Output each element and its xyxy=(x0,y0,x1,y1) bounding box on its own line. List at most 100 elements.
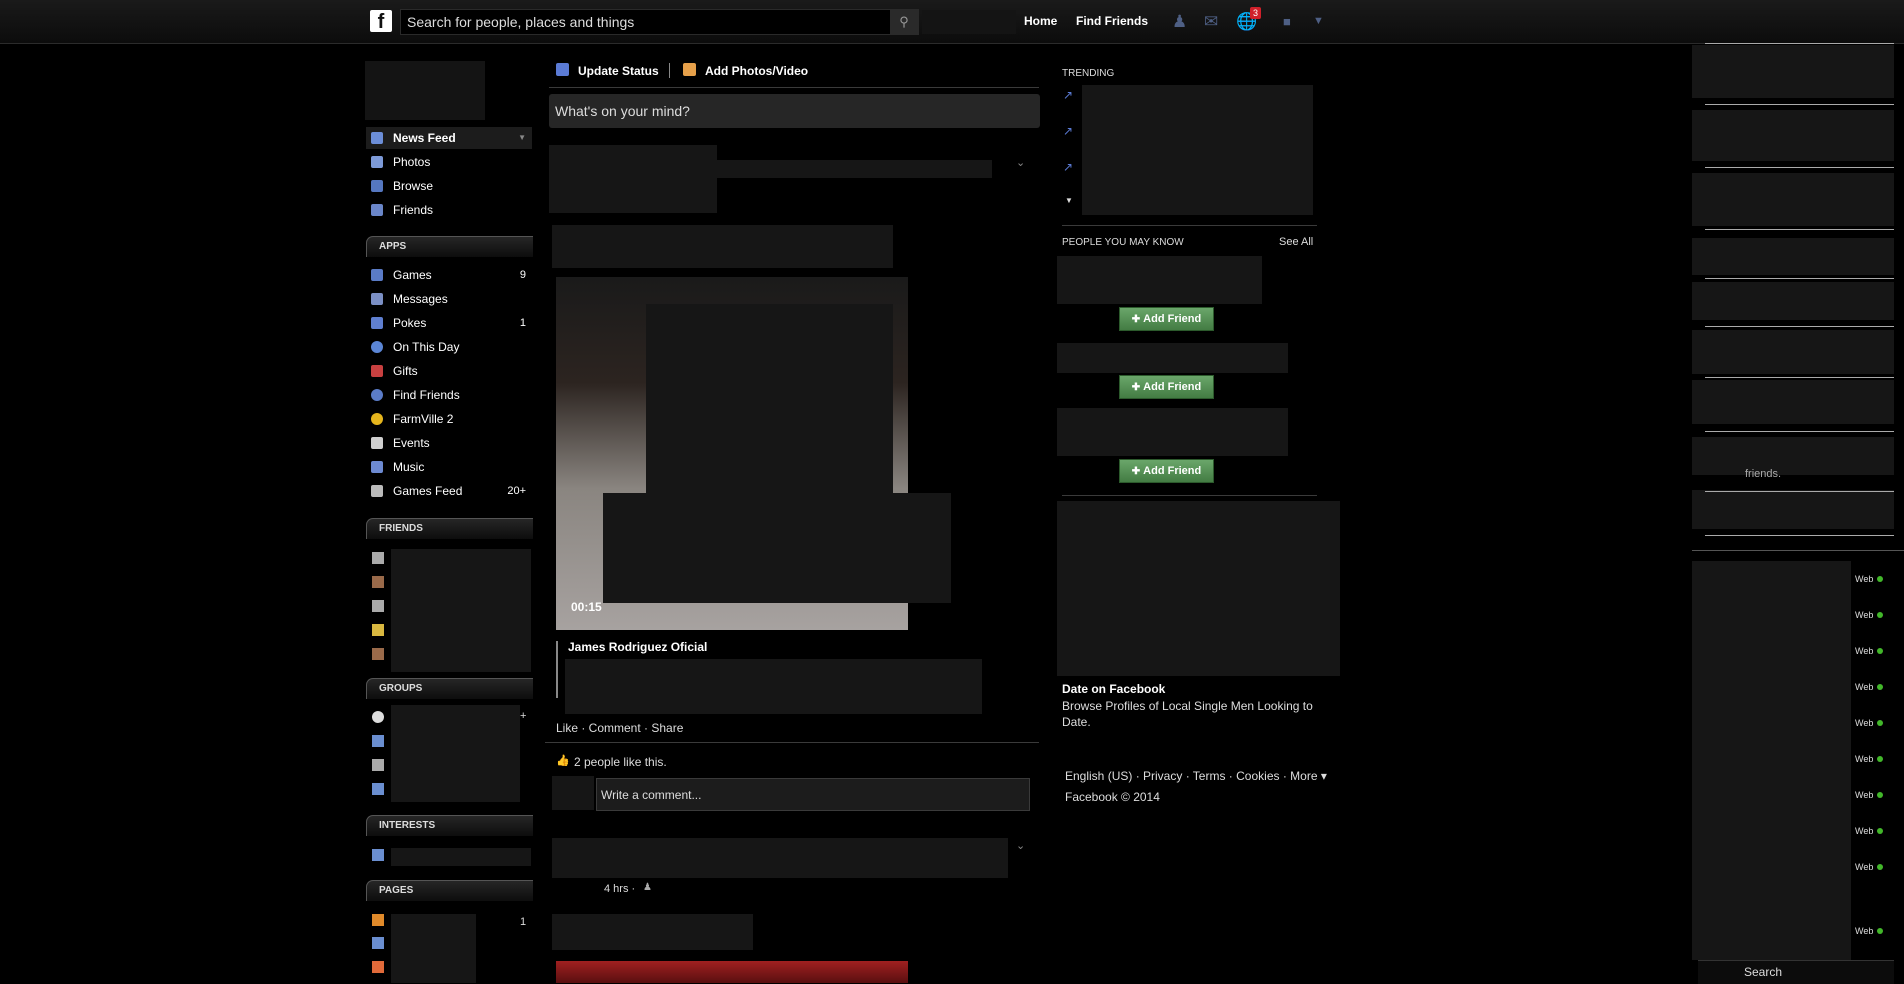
add-photos-icon xyxy=(683,63,696,76)
find-friends-link[interactable]: Find Friends xyxy=(1076,14,1148,28)
sidebar-item-pokes[interactable]: Pokes 1 xyxy=(366,312,532,334)
video-redaction xyxy=(603,493,951,603)
sidebar-item-events[interactable]: Events xyxy=(366,432,532,454)
add-group-icon[interactable]: + xyxy=(520,710,526,722)
chat-friends-list[interactable] xyxy=(1692,561,1851,960)
pymk-person-block[interactable] xyxy=(1057,343,1288,373)
sidebar-item-label: Pokes xyxy=(393,316,427,330)
chat-status: Web xyxy=(1855,682,1884,692)
add-friend-button[interactable]: ✚ Add Friend xyxy=(1119,459,1214,483)
sidebar-item-browse[interactable]: Browse xyxy=(366,175,532,197)
trending-header: TRENDING xyxy=(1062,68,1115,79)
chevron-down-icon[interactable]: ▼ xyxy=(518,127,526,149)
divider xyxy=(1705,278,1894,279)
friends-icon xyxy=(371,204,383,216)
sidebar-item-label: Friends xyxy=(393,203,434,217)
friend-lists-block[interactable] xyxy=(391,549,531,672)
privacy-icon[interactable]: ■ xyxy=(1283,14,1291,29)
shared-page-name[interactable]: James Rodriguez Oficial xyxy=(568,640,707,654)
pages-block[interactable] xyxy=(391,914,476,983)
sidebar-item-news-feed[interactable]: News Feed ▼ xyxy=(366,127,532,149)
ticker-story[interactable] xyxy=(1692,437,1894,475)
friend-list-icon xyxy=(372,648,384,660)
divider xyxy=(549,87,1039,88)
online-dot-icon xyxy=(1877,612,1884,618)
post-timestamp[interactable]: 4 hrs · xyxy=(604,883,635,895)
chat-search-input[interactable]: Search xyxy=(1698,960,1894,984)
sidebar-item-on-this-day[interactable]: On This Day xyxy=(366,336,532,358)
games-feed-icon xyxy=(371,485,383,497)
add-friend-button[interactable]: ✚ Add Friend xyxy=(1119,375,1214,399)
add-photos-video-button[interactable]: Add Photos/Video xyxy=(705,64,808,78)
chevron-down-icon[interactable]: ⌄ xyxy=(1016,156,1025,169)
photos-icon xyxy=(371,156,383,168)
ticker-story[interactable] xyxy=(1692,380,1894,424)
sidebar-item-label: Games xyxy=(393,268,432,282)
add-friend-icon: ✚ xyxy=(1131,314,1141,325)
ticker-story[interactable] xyxy=(1692,238,1894,275)
copyright: Facebook © 2014 xyxy=(1065,790,1160,804)
likes-summary[interactable]: 2 people like this. xyxy=(574,755,667,769)
close-friends-star-icon xyxy=(372,624,384,636)
sidebar-item-farmville[interactable]: FarmVille 2 xyxy=(366,408,532,430)
sidebar-item-games[interactable]: Games 9 xyxy=(366,264,532,286)
ticker-story[interactable] xyxy=(1692,490,1894,529)
post-actions[interactable]: Like · Comment · Share xyxy=(556,721,683,735)
update-status-button[interactable]: Update Status xyxy=(578,64,659,78)
sidebar-item-messages[interactable]: Messages xyxy=(366,288,532,310)
games-icon xyxy=(371,269,383,281)
friend-list-icon xyxy=(372,552,384,564)
pymk-person-block[interactable] xyxy=(1057,408,1288,456)
footer-links[interactable]: English (US) · Privacy · Terms · Cookies… xyxy=(1065,769,1327,783)
ticker-story[interactable] xyxy=(1692,330,1894,374)
page-icon xyxy=(372,961,384,973)
expand-trending-icon[interactable]: ▼ xyxy=(1065,196,1073,205)
online-dot-icon xyxy=(1877,576,1884,582)
search-input[interactable] xyxy=(407,10,887,34)
browse-icon xyxy=(371,180,383,192)
search-icon[interactable]: ⚲ xyxy=(890,10,918,34)
pymk-person-block[interactable] xyxy=(1057,256,1262,304)
ticker-story[interactable] xyxy=(1692,282,1894,320)
interests-block[interactable] xyxy=(391,848,531,866)
sidebar-item-photos[interactable]: Photos xyxy=(366,151,532,173)
ticker-story[interactable] xyxy=(1692,110,1894,161)
sidebar-item-games-feed[interactable]: Games Feed 20+ xyxy=(366,480,532,502)
chevron-down-icon[interactable]: ⌄ xyxy=(1016,839,1025,852)
friend-requests-icon[interactable]: ♟ xyxy=(1172,12,1187,32)
friend-list-icon xyxy=(372,576,384,588)
ticker-story[interactable] xyxy=(1692,45,1894,98)
divider xyxy=(669,63,670,78)
sidebar-item-gifts[interactable]: Gifts xyxy=(366,360,532,382)
add-friend-button[interactable]: ✚ Add Friend xyxy=(1119,307,1214,331)
facebook-logo-icon[interactable]: f xyxy=(370,10,392,33)
sidebar-item-label: Events xyxy=(393,436,430,450)
account-menu-icon[interactable]: ▼ xyxy=(1313,15,1324,27)
pymk-header: PEOPLE YOU MAY KNOW xyxy=(1062,237,1184,248)
trending-topics-block[interactable] xyxy=(1082,85,1313,215)
post2-header-block xyxy=(552,838,1008,878)
comment-input[interactable]: Write a comment... xyxy=(596,778,1030,811)
groups-block[interactable] xyxy=(391,705,520,802)
status-input[interactable]: What's on your mind? xyxy=(549,94,1040,128)
post2-image[interactable] xyxy=(556,961,908,983)
see-all-link[interactable]: See All xyxy=(1279,236,1313,248)
update-status-icon xyxy=(556,63,569,76)
sidebar-item-find-friends[interactable]: Find Friends xyxy=(366,384,532,406)
profile-link[interactable] xyxy=(922,10,1016,34)
sidebar-item-music[interactable]: Music xyxy=(366,456,532,478)
ticker-story[interactable] xyxy=(1692,173,1894,226)
interest-icon xyxy=(372,849,384,861)
sponsored-ad-image[interactable] xyxy=(1057,501,1340,676)
group-icon xyxy=(372,783,384,795)
profile-thumbnail[interactable] xyxy=(365,61,485,120)
home-link[interactable]: Home xyxy=(1024,14,1057,28)
messages-icon[interactable]: ✉ xyxy=(1204,12,1218,32)
ad-title[interactable]: Date on Facebook xyxy=(1062,682,1165,696)
quote-bar xyxy=(556,641,558,698)
top-bar: f ⚲ Home Find Friends ♟ ✉ 🌐 3 ■ ▼ xyxy=(0,0,1904,44)
post-avatar-block[interactable] xyxy=(549,145,717,213)
sidebar-item-label: Photos xyxy=(393,155,431,169)
sidebar-item-friends[interactable]: Friends xyxy=(366,199,532,221)
chat-status: Web xyxy=(1855,610,1884,620)
